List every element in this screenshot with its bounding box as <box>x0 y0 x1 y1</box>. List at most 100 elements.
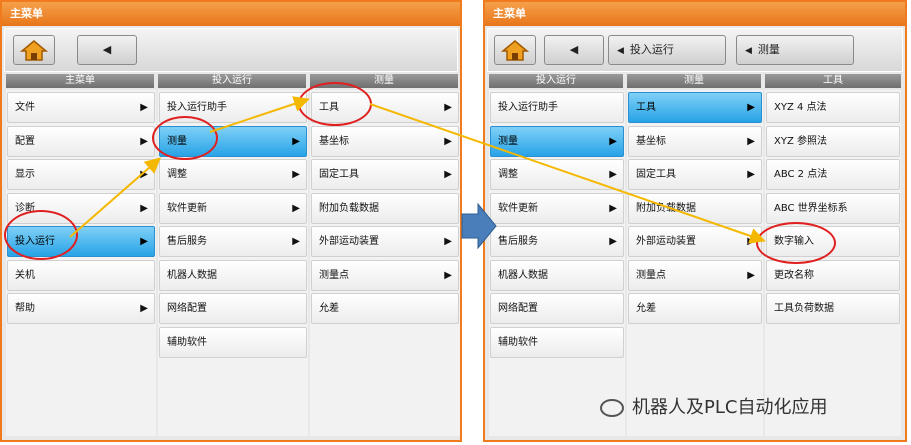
menu-item[interactable]: 软件更新 ▶ <box>490 192 624 224</box>
column-header-measure: 测量 <box>627 74 761 88</box>
menu-item[interactable]: 外部运动装置 ▶ <box>628 226 762 257</box>
home-button[interactable] <box>13 35 55 65</box>
menu-item[interactable]: 测量点 ▶ <box>628 259 762 291</box>
menu-item[interactable]: 机器人数据 <box>159 259 307 291</box>
menu-item[interactable]: 显示 ▶ <box>7 159 155 190</box>
watermark: 机器人及PLC自动化应用 <box>600 393 827 419</box>
submenu-arrow-icon: ▶ <box>140 169 148 180</box>
menu-item-label: 投入运行助手 <box>167 102 227 113</box>
menu-item[interactable]: 网络配置 <box>159 293 307 324</box>
menu-item[interactable]: 机器人数据 <box>490 259 624 291</box>
menu-column-measure: 工具 ▶ 基坐标 ▶ 固定工具 ▶ 附加负载数据 外部运动装置 ▶ 测量点 ▶ 允差 <box>627 90 763 436</box>
submenu-arrow-icon: ▶ <box>292 135 300 147</box>
triangle-left-icon: ◀ <box>745 46 752 56</box>
menu-item-label: 调整 <box>167 169 187 180</box>
menu-item-label: 关机 <box>15 269 35 281</box>
menu-item[interactable]: 外部运动装置 ▶ <box>311 226 459 257</box>
menu-item[interactable]: 工具 ▶ <box>628 92 762 123</box>
menu-item-label: 文件 <box>15 102 35 113</box>
window-title: 主菜单 <box>485 2 905 26</box>
menu-item[interactable]: 关机 <box>7 259 155 291</box>
home-button[interactable] <box>494 35 536 65</box>
window-title: 主菜单 <box>2 2 460 26</box>
watermark-text: 机器人及PLC自动化应用 <box>632 397 828 418</box>
menu-item-label: 网络配置 <box>498 303 538 314</box>
menu-item[interactable]: 测量 ▶ <box>490 125 624 157</box>
submenu-arrow-icon: ▶ <box>140 303 148 314</box>
menu-item-label: 辅助软件 <box>167 336 207 348</box>
back-button[interactable]: ◀ <box>544 35 604 65</box>
back-button[interactable]: ◀ <box>77 35 137 65</box>
submenu-arrow-icon: ▶ <box>444 135 452 147</box>
submenu-arrow-icon: ▶ <box>140 102 148 113</box>
breadcrumb-measure[interactable]: ◀ 测量 <box>736 35 854 65</box>
menu-item-label: 工具 <box>636 102 656 113</box>
menu-column-measure: 工具 ▶ 基坐标 ▶ 固定工具 ▶ 附加负载数据 外部运动装置 ▶ 测量点 ▶ 允差 <box>310 90 460 436</box>
menu-item[interactable]: 帮助 ▶ <box>7 293 155 324</box>
menu-item[interactable]: 辅助软件 <box>490 326 624 358</box>
menu-item-label: 帮助 <box>15 303 35 314</box>
breadcrumb-commissioning[interactable]: ◀ 投入运行 <box>608 35 726 65</box>
submenu-arrow-icon: ▶ <box>444 269 452 281</box>
menu-item[interactable]: 网络配置 <box>490 293 624 324</box>
menu-item[interactable]: 固定工具 ▶ <box>311 159 459 190</box>
menu-item-label: 投入运行助手 <box>498 102 558 113</box>
menu-item-label: 固定工具 <box>636 169 676 180</box>
submenu-arrow-icon: ▶ <box>292 202 300 214</box>
home-icon <box>19 40 49 61</box>
submenu-arrow-icon: ▶ <box>609 169 617 180</box>
menu-item[interactable]: 允差 <box>311 293 459 324</box>
menu-item-label: 软件更新 <box>167 202 207 214</box>
menu-item[interactable]: 调整 ▶ <box>159 159 307 190</box>
submenu-arrow-icon: ▶ <box>747 102 755 113</box>
menu-item-label: 辅助软件 <box>498 336 538 348</box>
menu-item[interactable]: 辅助软件 <box>159 326 307 358</box>
menu-item[interactable]: 售后服务 ▶ <box>490 226 624 257</box>
submenu-arrow-icon: ▶ <box>444 102 452 113</box>
menu-item-label: 外部运动装置 <box>636 236 696 247</box>
highlight-circle-numeric-input <box>756 222 836 264</box>
menu-item[interactable]: 更改名称 <box>766 259 900 291</box>
menu-item[interactable]: 基坐标 ▶ <box>311 125 459 157</box>
menu-item-label: 机器人数据 <box>167 269 217 281</box>
home-icon <box>500 40 530 61</box>
menu-item[interactable]: 允差 <box>628 293 762 324</box>
menu-item[interactable]: XYZ 参照法 <box>766 125 900 157</box>
menu-item-label: 配置 <box>15 135 35 147</box>
submenu-arrow-icon: ▶ <box>444 169 452 180</box>
menu-item-label: 基坐标 <box>319 135 349 147</box>
menu-item[interactable]: XYZ 4 点法 <box>766 92 900 123</box>
menu-item-label: 测量点 <box>636 269 666 281</box>
menu-item[interactable]: 调整 ▶ <box>490 159 624 190</box>
submenu-arrow-icon: ▶ <box>747 169 755 180</box>
menu-item[interactable]: 基坐标 ▶ <box>628 125 762 157</box>
menu-item-label: ABC 2 点法 <box>774 169 828 180</box>
menu-item[interactable]: 文件 ▶ <box>7 92 155 123</box>
menu-item[interactable]: 软件更新 ▶ <box>159 192 307 224</box>
submenu-arrow-icon: ▶ <box>747 269 755 281</box>
menu-item[interactable]: 测量点 ▶ <box>311 259 459 291</box>
menu-item[interactable]: ABC 世界坐标系 <box>766 192 900 224</box>
column-header-main-menu: 主菜单 <box>6 74 154 88</box>
submenu-arrow-icon: ▶ <box>140 135 148 147</box>
menu-item[interactable]: 售后服务 ▶ <box>159 226 307 257</box>
menu-item-label: 显示 <box>15 169 35 180</box>
submenu-arrow-icon: ▶ <box>747 135 755 147</box>
submenu-arrow-icon: ▶ <box>444 236 452 247</box>
submenu-arrow-icon: ▶ <box>609 135 617 147</box>
menu-item[interactable]: 配置 ▶ <box>7 125 155 157</box>
menu-item-label: 基坐标 <box>636 135 666 147</box>
menu-item[interactable]: 附加负载数据 <box>628 192 762 224</box>
menu-item[interactable]: 工具负荷数据 <box>766 293 900 324</box>
menu-item[interactable]: 投入运行助手 <box>490 92 624 123</box>
menu-item-label: 外部运动装置 <box>319 236 379 247</box>
menu-item-label: 允差 <box>319 303 339 314</box>
menu-item-label: 允差 <box>636 303 656 314</box>
submenu-arrow-icon: ▶ <box>140 202 148 214</box>
submenu-arrow-icon: ▶ <box>140 236 148 247</box>
menu-item[interactable]: 附加负载数据 <box>311 192 459 224</box>
menu-item-label: 附加负载数据 <box>319 202 379 214</box>
menu-item[interactable]: ABC 2 点法 <box>766 159 900 190</box>
menu-item[interactable]: 固定工具 ▶ <box>628 159 762 190</box>
menu-column-commissioning: 投入运行助手测量 ▶ 调整 ▶ 软件更新 ▶ 售后服务 ▶ 机器人数据网络配置辅助软件 <box>489 90 625 436</box>
